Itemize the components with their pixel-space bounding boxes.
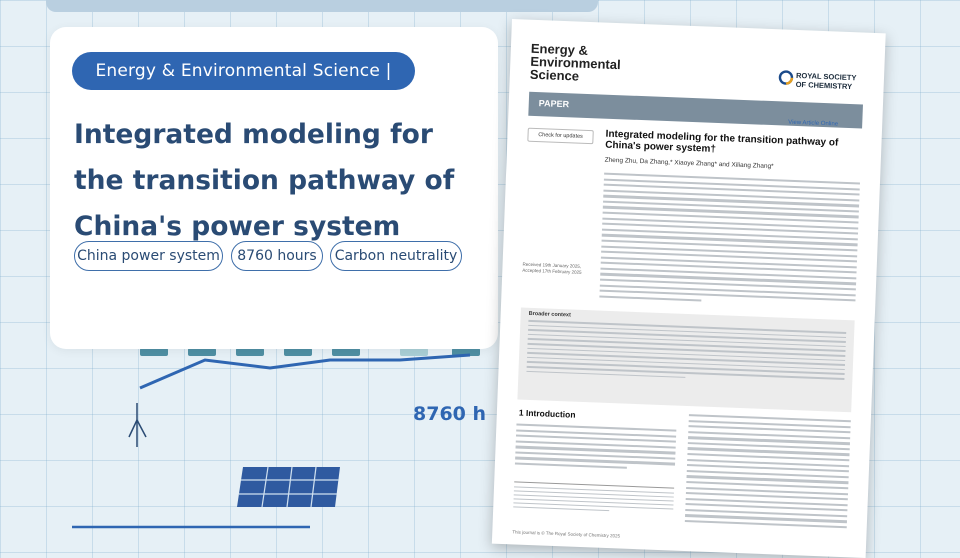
trend-line (139, 353, 471, 390)
paper-thumbnail: Energy & Environmental Science ROYAL SOC… (491, 19, 886, 558)
paper-journal-name: Energy & Environmental Science (529, 40, 621, 84)
page-title: Integrated modeling for the transition p… (74, 119, 455, 242)
check-updates-badge: Check for updates (527, 127, 594, 145)
rsc-logo (778, 70, 794, 85)
view-article-link: View Article Online (788, 119, 839, 128)
publisher-name: ROYAL SOCIETY OF CHEMISTRY (795, 70, 857, 91)
paper-footer: This journal is © The Royal Society of C… (512, 529, 621, 539)
abstract-text (599, 172, 860, 311)
journal-badge: Energy & Environmental Science | 2025 (72, 52, 415, 119)
tag-8760-hours: 8760 hours (231, 241, 323, 271)
tag-china-power-system: China power system (74, 241, 223, 271)
footnotes (513, 486, 674, 516)
introduction-heading: 1 Introduction (518, 407, 576, 420)
received-dates: Received 19th January 2025, Accepted 17t… (522, 261, 582, 275)
solar-panel-icon (237, 467, 340, 507)
paper-authors: Zheng Zhu, Da Zhang,* Xiaoye Zhang* and … (604, 156, 774, 171)
intro-column-right (684, 414, 851, 532)
hours-label: 8760 h (413, 403, 487, 425)
wind-turbine-icon (128, 403, 147, 447)
paper-section-label: PAPER (538, 98, 570, 110)
paper-title: Integrated modeling for the transition p… (605, 128, 839, 155)
tag-carbon-neutrality: Carbon neutrality (330, 241, 462, 271)
intro-column-left (514, 423, 677, 474)
dashed-line (140, 348, 480, 356)
